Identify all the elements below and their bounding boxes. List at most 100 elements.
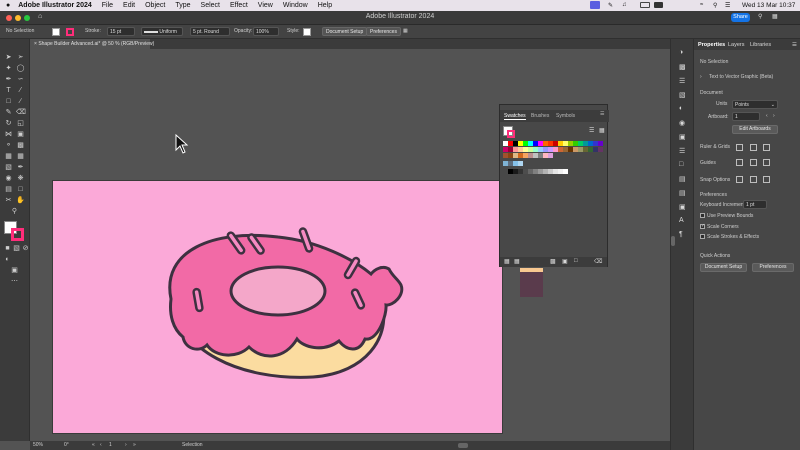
rectangle-tool-icon[interactable]: □ [4,97,13,106]
previous-artboard-nav-icon[interactable]: ‹ [100,442,102,448]
snap-to-point-icon[interactable] [736,176,743,183]
color-preview-chip[interactable] [520,268,543,297]
tab-swatches[interactable]: Swatches [504,113,526,120]
column-graph-tool-icon[interactable]: ▤ [4,185,13,194]
stroke-weight-field[interactable]: 15 pt [107,27,135,36]
zoom-level[interactable]: 50% [33,442,43,448]
color-mode-icon[interactable]: ■ [3,244,12,253]
keyboard-increment-field[interactable]: 1 pt [743,200,767,209]
panel-menu-icon[interactable]: ☰ [792,42,797,48]
stroke-panel-icon[interactable]: ☰ [679,77,685,85]
wifi-icon[interactable]: ≈ [700,2,703,8]
tab-libraries[interactable]: Libraries [750,42,771,48]
eyedropper-tool-icon[interactable]: ✒ [16,163,25,172]
lasso-tool-icon[interactable]: ◯ [16,64,25,73]
slice-tool-icon[interactable]: ✂ [4,196,13,205]
gradient-panel-icon[interactable]: ▧ [679,91,686,99]
menu-window[interactable]: Window [283,2,308,9]
graphic-style-swatch[interactable] [303,28,311,36]
donut-hole[interactable] [229,265,327,317]
scale-corners-checkbox[interactable]: ✓ [700,224,705,229]
new-swatch-icon[interactable]: □ [574,258,578,264]
screen-share-icon[interactable] [590,1,600,9]
show-guides-icon[interactable] [736,159,743,166]
menu-type[interactable]: Type [175,2,190,9]
smart-guides-icon[interactable] [763,159,770,166]
document-tab[interactable]: × Shape Builder Advanced.ai* @ 50 % (RGB… [30,39,154,49]
tab-layers[interactable]: Layers [728,42,745,48]
rotation-value[interactable]: 0° [64,442,69,448]
panel-menu-icon[interactable]: ☰ [600,111,604,117]
color-swatch[interactable] [598,141,603,146]
snap-to-pixel-icon[interactable] [750,176,757,183]
search-icon[interactable]: ⚲ [713,2,717,9]
zoom-tool-icon[interactable]: ⚲ [10,207,19,216]
next-artboard-nav-icon[interactable]: › [125,442,127,448]
text-to-vector-link[interactable]: Text to Vector Graphic (Beta) [709,74,773,80]
units-select[interactable]: Points ⌄ [732,100,778,109]
curvature-tool-icon[interactable]: ∽ [16,75,25,84]
color-panel-icon[interactable]: ◑ [679,49,683,56]
menu-object[interactable]: Object [145,2,165,9]
vertical-scrollbar-thumb[interactable] [671,236,675,246]
artboard[interactable] [52,180,503,434]
rotate-tool-icon[interactable]: ↻ [4,119,13,128]
menubar-datetime[interactable]: Wed 13 Mar 10:37 [742,2,795,9]
color-swatch[interactable] [598,147,603,152]
swatch-stroke-indicator[interactable] [507,130,515,138]
quick-document-setup-button[interactable]: Document Setup [700,263,747,272]
last-artboard-icon[interactable]: » [133,442,136,448]
pen-status-icon[interactable]: ✎ [608,2,613,9]
tab-properties[interactable]: Properties [698,42,725,48]
swatch-options-icon[interactable]: ▩ [550,258,556,265]
direct-selection-tool-icon[interactable]: ➣ [16,53,25,62]
rulers-icon[interactable] [736,144,743,151]
opacity-label[interactable]: Opacity: [234,28,252,34]
pathfinder-icon[interactable]: ▤ [679,189,686,197]
delete-swatch-icon[interactable]: ⌫ [594,258,602,265]
menu-app-name[interactable]: Adobe Illustrator 2024 [18,2,92,9]
paintbrush-tool-icon[interactable]: ∕ [16,97,25,106]
chevron-right-icon[interactable]: › [700,74,702,80]
list-view-icon[interactable]: ☰ [589,127,594,134]
edit-toolbar-icon[interactable]: ⋯ [10,277,19,286]
paragraph-panel-icon[interactable]: ¶ [679,231,683,238]
variable-width-profile-select[interactable]: Uniform [141,27,183,36]
pencil-tool-icon[interactable]: ✎ [4,108,13,117]
gradient-tool-icon[interactable]: ▧ [4,163,13,172]
snap-to-grid-icon[interactable] [763,176,770,183]
scale-tool-icon[interactable]: ◱ [16,119,25,128]
hand-tool-icon[interactable]: ✋ [16,196,25,205]
gradient-mode-icon[interactable]: ▧ [12,244,21,253]
brush-definition-select[interactable]: 5 pt. Round [190,27,230,36]
battery-icon[interactable] [640,2,650,8]
tab-brushes[interactable]: Brushes [531,113,549,119]
opacity-field[interactable]: 100% [253,27,279,36]
stroke-swatch[interactable] [66,28,74,36]
menu-view[interactable]: View [258,2,273,9]
stroke-color-icon[interactable] [11,228,24,241]
lock-guides-icon[interactable] [750,159,757,166]
width-tool-icon[interactable]: ⋈ [4,130,13,139]
document-setup-button[interactable]: Document Setup [322,27,368,36]
quick-preferences-button[interactable]: Preferences [752,263,794,272]
artboard-number[interactable]: 1 [109,442,112,448]
magic-wand-tool-icon[interactable]: ✦ [4,64,13,73]
none-mode-icon[interactable]: ⊘ [21,244,30,253]
grid-view-icon[interactable]: ▦ [599,127,605,134]
arrange-documents-icon[interactable]: ▦ [403,28,408,34]
layers-icon[interactable]: ☰ [679,147,685,155]
preferences-button[interactable]: Preferences [366,27,401,36]
color-swatch[interactable] [563,169,568,174]
menu-edit[interactable]: Edit [123,2,135,9]
grid-icon[interactable] [750,144,757,151]
eraser-tool-icon[interactable]: ⌫ [16,108,26,117]
transparency-panel-icon[interactable]: ◐ [679,105,683,112]
symbol-sprayer-tool-icon[interactable]: ❋ [16,174,25,183]
control-center-icon[interactable]: ☰ [725,2,730,9]
shape-builder-tool-icon[interactable]: ⚬ [4,141,13,150]
previous-artboard-icon[interactable]: ‹ [766,113,768,119]
mesh-tool-icon[interactable]: ▦ [16,152,25,161]
pen-tool-icon[interactable]: ✒ [4,75,13,84]
blend-tool-icon[interactable]: ◉ [4,174,13,183]
